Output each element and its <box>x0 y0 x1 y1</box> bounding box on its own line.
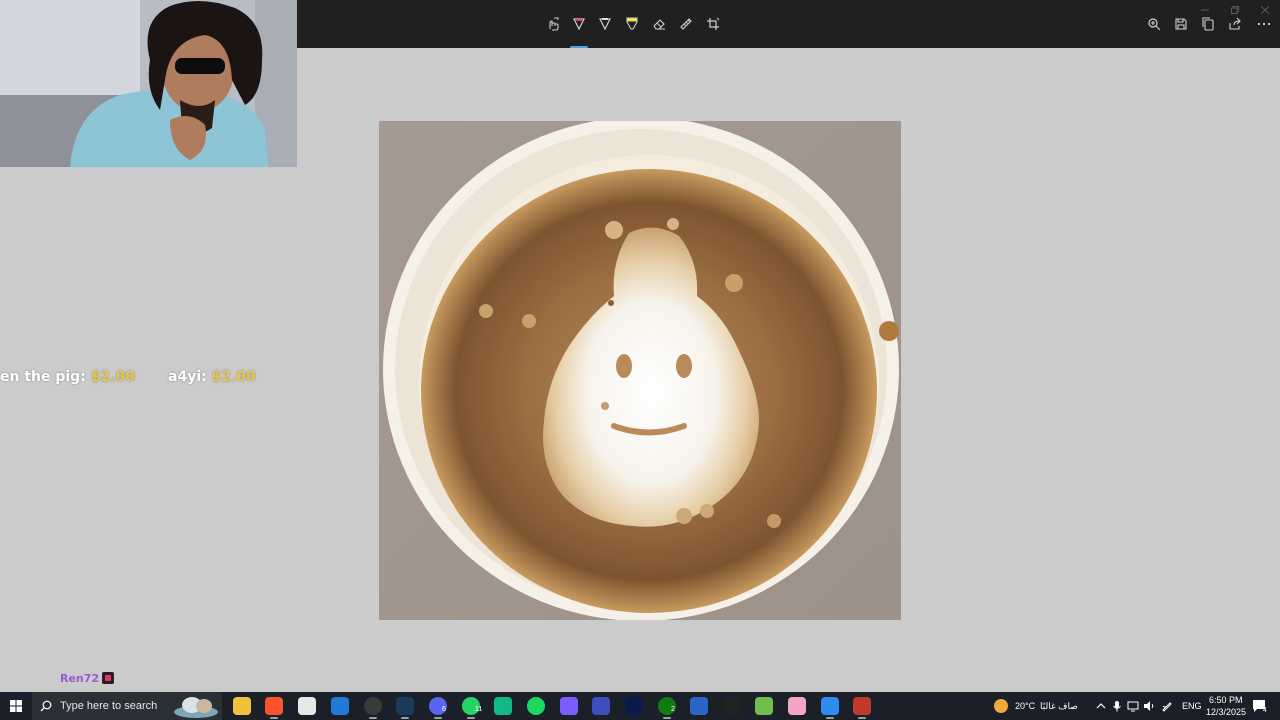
clock-time[interactable]: 6:50 PM <box>1209 695 1243 705</box>
pen-menu-icon[interactable] <box>1161 700 1173 712</box>
restore-icon[interactable] <box>1220 3 1250 17</box>
search-placeholder: Type here to search <box>60 700 158 712</box>
file-explorer-icon[interactable] <box>233 697 251 715</box>
chat-username: Ren72 <box>60 672 100 685</box>
ballpoint-pen-icon[interactable] <box>567 12 591 48</box>
paint-icon[interactable] <box>788 697 806 715</box>
snipping-tool-icon[interactable] <box>821 697 839 719</box>
notification-count: 4 <box>1263 707 1267 714</box>
outlook-icon[interactable] <box>331 697 349 715</box>
terminal-icon[interactable] <box>625 697 643 715</box>
donation-ticker-item: a4yi: $2.00 <box>168 369 256 385</box>
vpn-icon[interactable] <box>592 697 610 715</box>
brave-browser-icon[interactable] <box>265 697 283 719</box>
obs-studio-icon[interactable] <box>364 697 382 719</box>
donor-name: a4yi: <box>168 369 207 385</box>
taskbar-search-box[interactable]: Type here to search <box>32 692 222 720</box>
pencil-icon[interactable] <box>593 12 617 36</box>
chevron-up-icon[interactable] <box>1095 700 1107 712</box>
whatsapp-badge: 11 <box>475 706 483 713</box>
crop-icon[interactable] <box>701 12 725 36</box>
windows-taskbar: Type here to search 6 11 2 20°C صاف غالب… <box>0 692 1280 720</box>
search-highlight-icon <box>174 697 218 718</box>
weather-temp[interactable]: 20°C <box>1015 701 1035 711</box>
latte-photo[interactable] <box>379 121 901 620</box>
weather-icon[interactable] <box>994 699 1008 713</box>
zoom-icon[interactable] <box>1142 12 1166 36</box>
donation-amount: $2.00 <box>211 369 256 385</box>
donation-ticker-item: en the pig: $2.00 <box>0 369 135 385</box>
chat-badge-icon <box>102 672 114 684</box>
donation-amount: $2.00 <box>90 369 135 385</box>
word-icon[interactable] <box>690 697 708 715</box>
ruler-icon[interactable] <box>674 12 698 36</box>
minimize-icon[interactable] <box>1190 3 1220 17</box>
app-green-icon[interactable] <box>494 697 512 715</box>
microsoft-store-icon[interactable] <box>298 697 316 715</box>
start-button[interactable] <box>0 692 32 720</box>
spotify-icon[interactable] <box>527 697 545 715</box>
network-icon[interactable] <box>1127 700 1139 712</box>
close-icon[interactable] <box>1250 3 1280 17</box>
touch-writing-icon[interactable] <box>541 12 565 36</box>
windows-logo-icon <box>10 700 22 712</box>
highlighter-icon[interactable] <box>620 12 644 36</box>
power-toys-icon[interactable] <box>853 697 871 719</box>
eraser-icon[interactable] <box>647 12 671 36</box>
volume-icon[interactable] <box>1143 700 1155 712</box>
input-language[interactable]: ENG <box>1182 701 1202 711</box>
microphone-icon[interactable] <box>1111 700 1123 712</box>
streamer-webcam <box>0 0 297 167</box>
minecraft-icon[interactable] <box>755 697 773 715</box>
xbox-badge: 2 <box>671 706 675 713</box>
discord-badge: 6 <box>442 706 446 713</box>
search-icon <box>40 700 52 712</box>
donor-name: en the pig: <box>0 369 86 385</box>
steam-icon[interactable] <box>396 697 414 719</box>
weather-condition[interactable]: صاف غالبًا <box>1040 701 1078 712</box>
clock-date[interactable]: 12/3/2025 <box>1206 707 1246 717</box>
game-controller-icon[interactable] <box>560 697 578 715</box>
xd-pen-icon[interactable] <box>723 697 741 715</box>
